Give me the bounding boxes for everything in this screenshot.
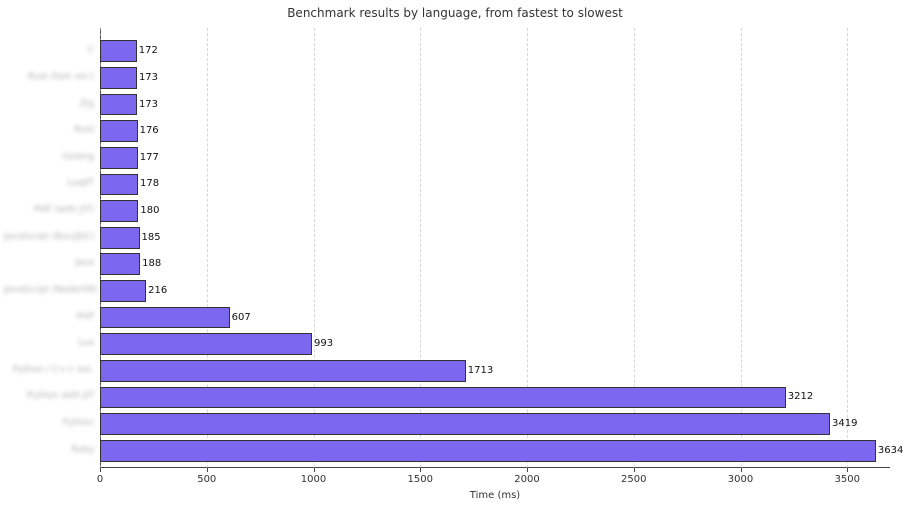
xtick-label: 1000 xyxy=(301,474,326,485)
bar-value-label: 176 xyxy=(140,125,159,136)
category-label: Zig xyxy=(80,100,100,110)
bar-value-label: 993 xyxy=(314,338,333,349)
bar-value-label: 173 xyxy=(139,72,158,83)
bar xyxy=(100,147,138,169)
bar xyxy=(100,387,786,409)
gridline xyxy=(847,28,848,468)
category-label: PHP (with JIT) xyxy=(34,206,100,216)
bar xyxy=(100,333,312,355)
bar xyxy=(100,200,138,222)
xtick-mark xyxy=(847,468,848,472)
bar xyxy=(100,120,138,142)
category-label: Ruby xyxy=(71,446,100,456)
bar xyxy=(100,94,137,116)
xtick-label: 2500 xyxy=(621,474,646,485)
category-label: Rust xyxy=(74,126,100,136)
bar xyxy=(100,40,137,62)
bar xyxy=(100,174,138,196)
bar-value-label: 177 xyxy=(140,152,159,163)
x-axis xyxy=(100,467,890,468)
bar-value-label: 3212 xyxy=(788,391,813,402)
bar xyxy=(100,440,876,462)
bar-value-label: 180 xyxy=(140,205,159,216)
xtick-label: 3000 xyxy=(728,474,753,485)
bar-value-label: 607 xyxy=(232,312,251,323)
xtick-mark xyxy=(420,468,421,472)
x-axis-label: Time (ms) xyxy=(470,490,520,501)
bar-value-label: 188 xyxy=(142,258,161,269)
bar-value-label: 3634 xyxy=(878,445,903,456)
xtick-mark xyxy=(634,468,635,472)
bar-value-label: 173 xyxy=(139,99,158,110)
bar xyxy=(100,280,146,302)
bar-value-label: 216 xyxy=(148,285,167,296)
bar xyxy=(100,307,230,329)
xtick-label: 3500 xyxy=(835,474,860,485)
xtick-label: 1500 xyxy=(408,474,433,485)
bar xyxy=(100,227,140,249)
category-label: Java xyxy=(75,259,100,269)
xtick-mark xyxy=(207,468,208,472)
category-label: JavaScript (Bun/JSC) xyxy=(4,233,100,243)
category-label: Python xyxy=(63,419,100,429)
bar-value-label: 185 xyxy=(142,232,161,243)
bar xyxy=(100,413,830,435)
category-label: LuaJIT xyxy=(67,179,100,189)
bar-value-label: 3419 xyxy=(832,418,857,429)
xtick-label: 500 xyxy=(197,474,216,485)
bar xyxy=(100,360,466,382)
bar-value-label: 178 xyxy=(140,178,159,189)
bar-value-label: 1713 xyxy=(468,365,493,376)
category-label: JavaScript (Node/V8) xyxy=(4,286,100,296)
category-label: C xyxy=(88,46,100,56)
xtick-mark xyxy=(741,468,742,472)
xtick-label: 0 xyxy=(97,474,103,485)
category-label: Lua xyxy=(78,339,100,349)
category-label: Python / C++ ext. xyxy=(13,366,100,376)
xtick-label: 2000 xyxy=(514,474,539,485)
benchmark-chart: Benchmark results by language, from fast… xyxy=(0,0,910,512)
bar xyxy=(100,67,137,89)
category-label: Rust (fast ver.) xyxy=(28,73,100,83)
bar-value-label: 172 xyxy=(139,45,158,56)
xtick-mark xyxy=(314,468,315,472)
category-label: PHP xyxy=(76,313,100,323)
xtick-mark xyxy=(527,468,528,472)
chart-title: Benchmark results by language, from fast… xyxy=(0,6,910,20)
xtick-mark xyxy=(100,468,101,472)
plot-area: Time (ms) 050010001500200025003000350017… xyxy=(100,28,890,468)
category-label: Python with JIT xyxy=(27,392,100,402)
bar xyxy=(100,253,140,275)
category-label: Golang xyxy=(62,153,100,163)
